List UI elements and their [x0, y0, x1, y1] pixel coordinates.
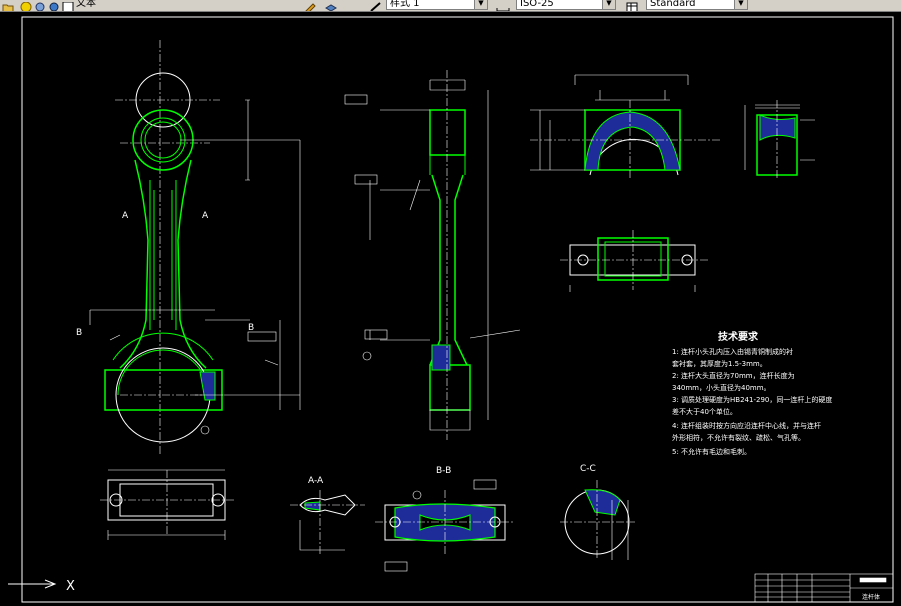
- cut-mark-a-right: A: [202, 211, 209, 221]
- connecting-rod-side-view: [344, 70, 521, 440]
- cap-side-view: [744, 100, 815, 180]
- big-end-bottom-view: [100, 469, 235, 540]
- cap-front-view: [530, 74, 720, 180]
- layer-combo[interactable]: 样式 1 ▼: [386, 0, 488, 10]
- section-cc-view: [560, 480, 635, 560]
- section-bb-view: [375, 479, 515, 572]
- layer-combo-value: 样式 1: [390, 0, 420, 9]
- linetype-icon[interactable]: [370, 0, 382, 11]
- chevron-down-icon[interactable]: ▼: [734, 0, 747, 9]
- table-icon[interactable]: [626, 0, 638, 11]
- toolbar: 文本 样式 1 ▼ ISO-25 ▼ Standard ▼: [0, 0, 901, 12]
- tech-req-line: 2: 连杆大头直径为70mm，连杆长度为: [672, 371, 795, 380]
- section-cc-label: C-C: [580, 464, 596, 474]
- linetype-combo-value: ISO-25: [520, 0, 554, 9]
- tech-req-line: 外形相符，不允许有裂纹、疏松、气孔等。: [672, 433, 805, 442]
- connecting-rod-main-view: [89, 40, 301, 455]
- tech-req-line: 差不大于40个单位。: [672, 407, 737, 416]
- tech-requirements-title: 技术要求: [718, 330, 759, 343]
- folder-icon[interactable]: [2, 0, 14, 11]
- cut-mark-a-left: A: [122, 211, 129, 221]
- tech-req-line: 1: 连杆小头孔内压入由锡青铜制成的衬: [672, 347, 793, 356]
- tech-req-line: 4: 连杆组装时按方向应沿连杆中心线，并与连杆: [672, 421, 821, 430]
- section-bb-label: B-B: [436, 466, 451, 476]
- text-style-icon[interactable]: [62, 0, 74, 11]
- dimstyle-combo-value: Standard: [650, 0, 696, 9]
- tech-req-line: 340mm，小头直径为40mm。: [672, 383, 771, 392]
- title-block-part-name: 连杆体: [862, 593, 880, 601]
- linetype-combo[interactable]: ISO-25 ▼: [516, 0, 616, 10]
- dimension-icon[interactable]: [496, 0, 510, 11]
- chevron-down-icon[interactable]: ▼: [602, 0, 615, 9]
- chevron-down-icon[interactable]: ▼: [474, 0, 487, 9]
- tech-req-line: 3: 调质处理硬度为HB241-290，同一连杆上的硬度: [672, 395, 832, 404]
- pencil-icon[interactable]: [305, 0, 317, 11]
- dimstyle-combo[interactable]: Standard ▼: [646, 0, 748, 10]
- tech-req-line: 套衬套，其厚度为1.5-3mm。: [672, 359, 767, 368]
- globe-icon[interactable]: [48, 0, 60, 11]
- cut-mark-b-right: B: [248, 323, 254, 333]
- cap-top-view: [560, 230, 710, 292]
- section-aa-label: A-A: [308, 476, 324, 486]
- tech-req-line: 5: 不允许有毛边和毛刺。: [672, 447, 751, 456]
- gear-icon[interactable]: [34, 0, 46, 11]
- cut-mark-b-left: B: [76, 328, 82, 338]
- ucs-icon: [8, 579, 57, 589]
- ucs-x-label: X: [66, 579, 75, 594]
- tech-requirements: 技术要求 1: 连杆小头孔内压入由锡青铜制成的衬 套衬套，其厚度为1.5-3mm…: [672, 330, 832, 456]
- section-aa-view: [290, 490, 365, 555]
- smiley-icon[interactable]: [20, 0, 32, 11]
- drawing-canvas[interactable]: A A B B A-A B-B C-C 技术要求 1: 连杆小头孔内压入由锡青铜…: [0, 12, 901, 606]
- text-style-label: 文本: [76, 0, 96, 9]
- layers-icon[interactable]: [325, 0, 337, 11]
